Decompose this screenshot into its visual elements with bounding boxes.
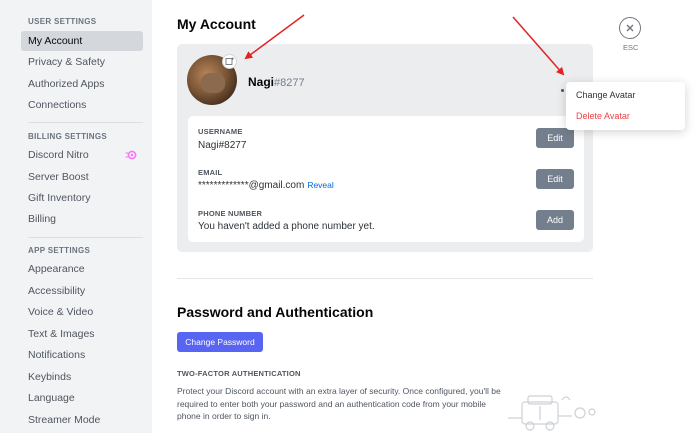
sidebar-item-billing[interactable]: Billing <box>21 209 143 229</box>
sidebar-item-gift-inventory[interactable]: Gift Inventory <box>21 188 143 208</box>
page-title: My Account <box>177 16 256 32</box>
password-section-title: Password and Authentication <box>177 304 374 320</box>
edit-email-button[interactable]: Edit <box>536 169 574 189</box>
username-label: USERNAME <box>198 127 243 136</box>
upload-avatar-button[interactable] <box>222 54 237 69</box>
close-button[interactable] <box>619 17 641 39</box>
sidebar-item-keybinds[interactable]: Keybinds <box>21 367 143 387</box>
account-username: Nagi#8277 <box>248 75 305 89</box>
sidebar-item-language[interactable]: Language <box>21 388 143 408</box>
sidebar-item-label: Discord Nitro <box>28 149 89 161</box>
add-phone-button[interactable]: Add <box>536 210 574 230</box>
username-value: Nagi#8277 <box>198 140 247 151</box>
change-avatar-menu-item[interactable]: Change Avatar <box>576 90 635 100</box>
app-settings-header: APP SETTINGS <box>28 246 91 255</box>
sidebar-divider <box>28 122 143 123</box>
edit-username-button[interactable]: Edit <box>536 128 574 148</box>
sidebar-item-authorized-apps[interactable]: Authorized Apps <box>21 74 143 94</box>
email-text: *************@gmail.com <box>198 180 305 191</box>
section-divider <box>177 278 593 279</box>
esc-label: ESC <box>623 43 639 52</box>
sidebar-item-discord-nitro[interactable]: Discord Nitro <box>21 145 143 165</box>
sidebar-item-server-boost[interactable]: Server Boost <box>21 167 143 187</box>
sidebar-item-privacy-safety[interactable]: Privacy & Safety <box>21 52 143 72</box>
reveal-email-link[interactable]: Reveal <box>307 180 333 190</box>
sidebar-item-appearance[interactable]: Appearance <box>21 259 143 279</box>
sidebar-item-voice-video[interactable]: Voice & Video <box>21 302 143 322</box>
phone-label: PHONE NUMBER <box>198 209 263 218</box>
email-label: EMAIL <box>198 168 223 177</box>
sidebar-divider <box>28 237 143 238</box>
account-name: Nagi <box>248 75 275 89</box>
email-value: *************@gmail.com Reveal <box>198 180 334 191</box>
sidebar-item-text-images[interactable]: Text & Images <box>21 324 143 344</box>
settings-sidebar: USER SETTINGS My Account Privacy & Safet… <box>0 0 152 433</box>
account-discriminator: #8277 <box>274 77 305 89</box>
sidebar-item-notifications[interactable]: Notifications <box>21 345 143 365</box>
nitro-icon <box>125 150 137 160</box>
security-illustration <box>508 395 596 431</box>
avatar-context-menu: Change Avatar Delete Avatar <box>566 82 685 130</box>
close-icon <box>626 24 634 32</box>
delete-avatar-menu-item[interactable]: Delete Avatar <box>576 111 630 121</box>
sidebar-item-accessibility[interactable]: Accessibility <box>21 281 143 301</box>
billing-settings-header: BILLING SETTINGS <box>28 132 108 141</box>
avatar-cat-shape <box>201 73 225 93</box>
tfa-header: TWO-FACTOR AUTHENTICATION <box>177 369 301 378</box>
sidebar-item-streamer-mode[interactable]: Streamer Mode <box>21 410 143 430</box>
phone-value: You haven't added a phone number yet. <box>198 221 375 232</box>
image-upload-icon <box>225 57 234 65</box>
tfa-description: Protect your Discord account with an ext… <box>177 386 501 421</box>
sidebar-item-my-account[interactable]: My Account <box>21 31 143 51</box>
user-settings-header: USER SETTINGS <box>28 17 97 26</box>
change-password-button[interactable]: Change Password <box>177 332 263 352</box>
sidebar-item-connections[interactable]: Connections <box>21 95 143 115</box>
